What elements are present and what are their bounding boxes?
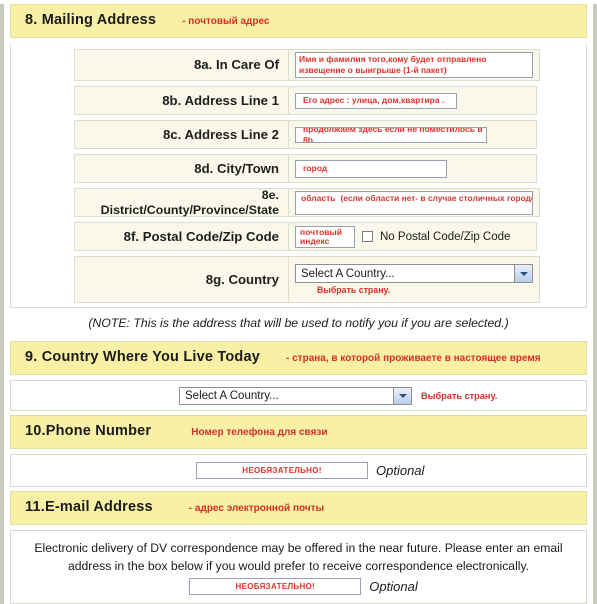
label-8f: 8f. Postal Code/Zip Code	[74, 222, 289, 251]
address-row-city-town: 8d. City/Town город	[11, 154, 586, 183]
mailing-address-table: 8a. In Care Of Имя и фамилия того,кому б…	[10, 44, 587, 308]
field-cell-8b: Его адрес : улица, дом,квартира .	[289, 86, 537, 115]
field-cell-8c: продолжаем здесь если не поместилось в 8…	[289, 120, 537, 149]
mailing-country-select-value: Select A Country...	[301, 267, 395, 280]
country-today-body: Select A Country... Выбрать страну.	[10, 380, 587, 411]
phone-number-input[interactable]: НЕОБЯЗАТЕЛЬНО!	[196, 462, 368, 479]
section-subtitle-phone-ru: Номер телефона для связи	[191, 427, 328, 438]
label-8a: 8a. In Care Of	[74, 49, 289, 81]
district-input[interactable]: область (если области нет- в случае стол…	[295, 190, 533, 215]
label-8c: 8c. Address Line 2	[74, 120, 289, 149]
email-input-row: НЕОБЯЗАТЕЛЬНО! Optional	[25, 578, 572, 596]
address-row-district: 8e. District/County/Province/State облас…	[11, 188, 586, 217]
phone-optional-label: Optional	[376, 463, 425, 478]
field-cell-8a: Имя и фамилия того,кому будет отправлено…	[289, 49, 540, 81]
section-subtitle-country-today-ru: - страна, в которой проживаете в настоящ…	[286, 353, 541, 364]
section-header-email: 11.E-mail Address - адрес электронной по…	[10, 491, 587, 525]
address-row-postal-code: 8f. Postal Code/Zip Code почтовый индекс…	[11, 222, 586, 251]
section-header-country-today: 9. Country Where You Live Today - страна…	[10, 341, 587, 375]
mailing-address-note: (NOTE: This is the address that will be …	[88, 316, 509, 330]
section-subtitle-mailing-address-ru: - почтовый адрес	[182, 16, 270, 27]
email-optional-label: Optional	[369, 579, 418, 595]
address-row-country: 8g. Country Select A Country... Выбрать …	[11, 256, 586, 303]
field-cell-8g: Select A Country... Выбрать страну.	[289, 256, 540, 303]
section-title-email: 11.E-mail Address	[25, 499, 153, 515]
label-8d: 8d. City/Town	[74, 154, 289, 183]
section-header-phone: 10.Phone Number Номер телефона для связи	[10, 415, 587, 449]
address-line-2-input[interactable]: продолжаем здесь если не поместилось в 8…	[295, 126, 487, 143]
section-subtitle-email-ru: - адрес электронной почты	[188, 503, 325, 514]
no-postal-code-checkbox[interactable]	[362, 231, 373, 242]
label-8g: 8g. Country	[74, 256, 289, 303]
address-row-address-line-1: 8b. Address Line 1 Его адрес : улица, до…	[11, 86, 586, 115]
address-row-in-care-of: 8a. In Care Of Имя и фамилия того,кому б…	[11, 49, 586, 81]
email-instructions-line-1: Electronic delivery of DV correspondence…	[34, 541, 563, 555]
address-line-1-input[interactable]: Его адрес : улица, дом,квартира .	[295, 92, 457, 109]
address-row-address-line-2: 8c. Address Line 2 продолжаем здесь если…	[11, 120, 586, 149]
label-8e: 8e. District/County/Province/State	[74, 188, 289, 217]
field-cell-8f: почтовый индекс No Postal Code/Zip Code	[289, 222, 537, 251]
section-title-mailing-address: 8. Mailing Address	[25, 12, 157, 28]
section-header-mailing-address: 8. Mailing Address - почтовый адрес	[10, 4, 587, 38]
country-today-select[interactable]: Select A Country...	[179, 386, 412, 405]
chevron-down-icon[interactable]	[514, 265, 532, 282]
country-today-note: Выбрать страну.	[421, 390, 498, 401]
district-input-value: область	[301, 192, 336, 203]
city-town-input[interactable]: город	[295, 159, 447, 178]
postal-code-input[interactable]: почтовый индекс	[295, 225, 355, 248]
district-note: (если области нет- в случае столичных го…	[340, 192, 532, 203]
country-today-select-value: Select A Country...	[185, 389, 279, 402]
label-8b: 8b. Address Line 1	[74, 86, 289, 115]
section-title-country-today: 9. Country Where You Live Today	[25, 349, 261, 365]
field-cell-8e: область (если области нет- в случае стол…	[289, 188, 540, 217]
phone-body: НЕОБЯЗАТЕЛЬНО! Optional	[10, 454, 587, 487]
email-body: Electronic delivery of DV correspondence…	[10, 530, 587, 604]
section-title-phone: 10.Phone Number	[25, 423, 152, 439]
email-instructions-line-2: address in the box below if you would pr…	[67, 558, 530, 573]
in-care-of-input[interactable]: Имя и фамилия того,кому будет отправлено…	[295, 52, 533, 78]
mailing-country-note: Выбрать страну.	[317, 285, 391, 295]
form-page: 8. Mailing Address - почтовый адрес 8a. …	[0, 4, 597, 604]
mailing-country-select[interactable]: Select A Country...	[295, 264, 533, 283]
chevron-down-icon[interactable]	[393, 387, 411, 404]
email-address-input[interactable]: НЕОБЯЗАТЕЛЬНО!	[189, 578, 362, 596]
no-postal-code-label: No Postal Code/Zip Code	[380, 230, 511, 243]
field-cell-8d: город	[289, 154, 537, 183]
